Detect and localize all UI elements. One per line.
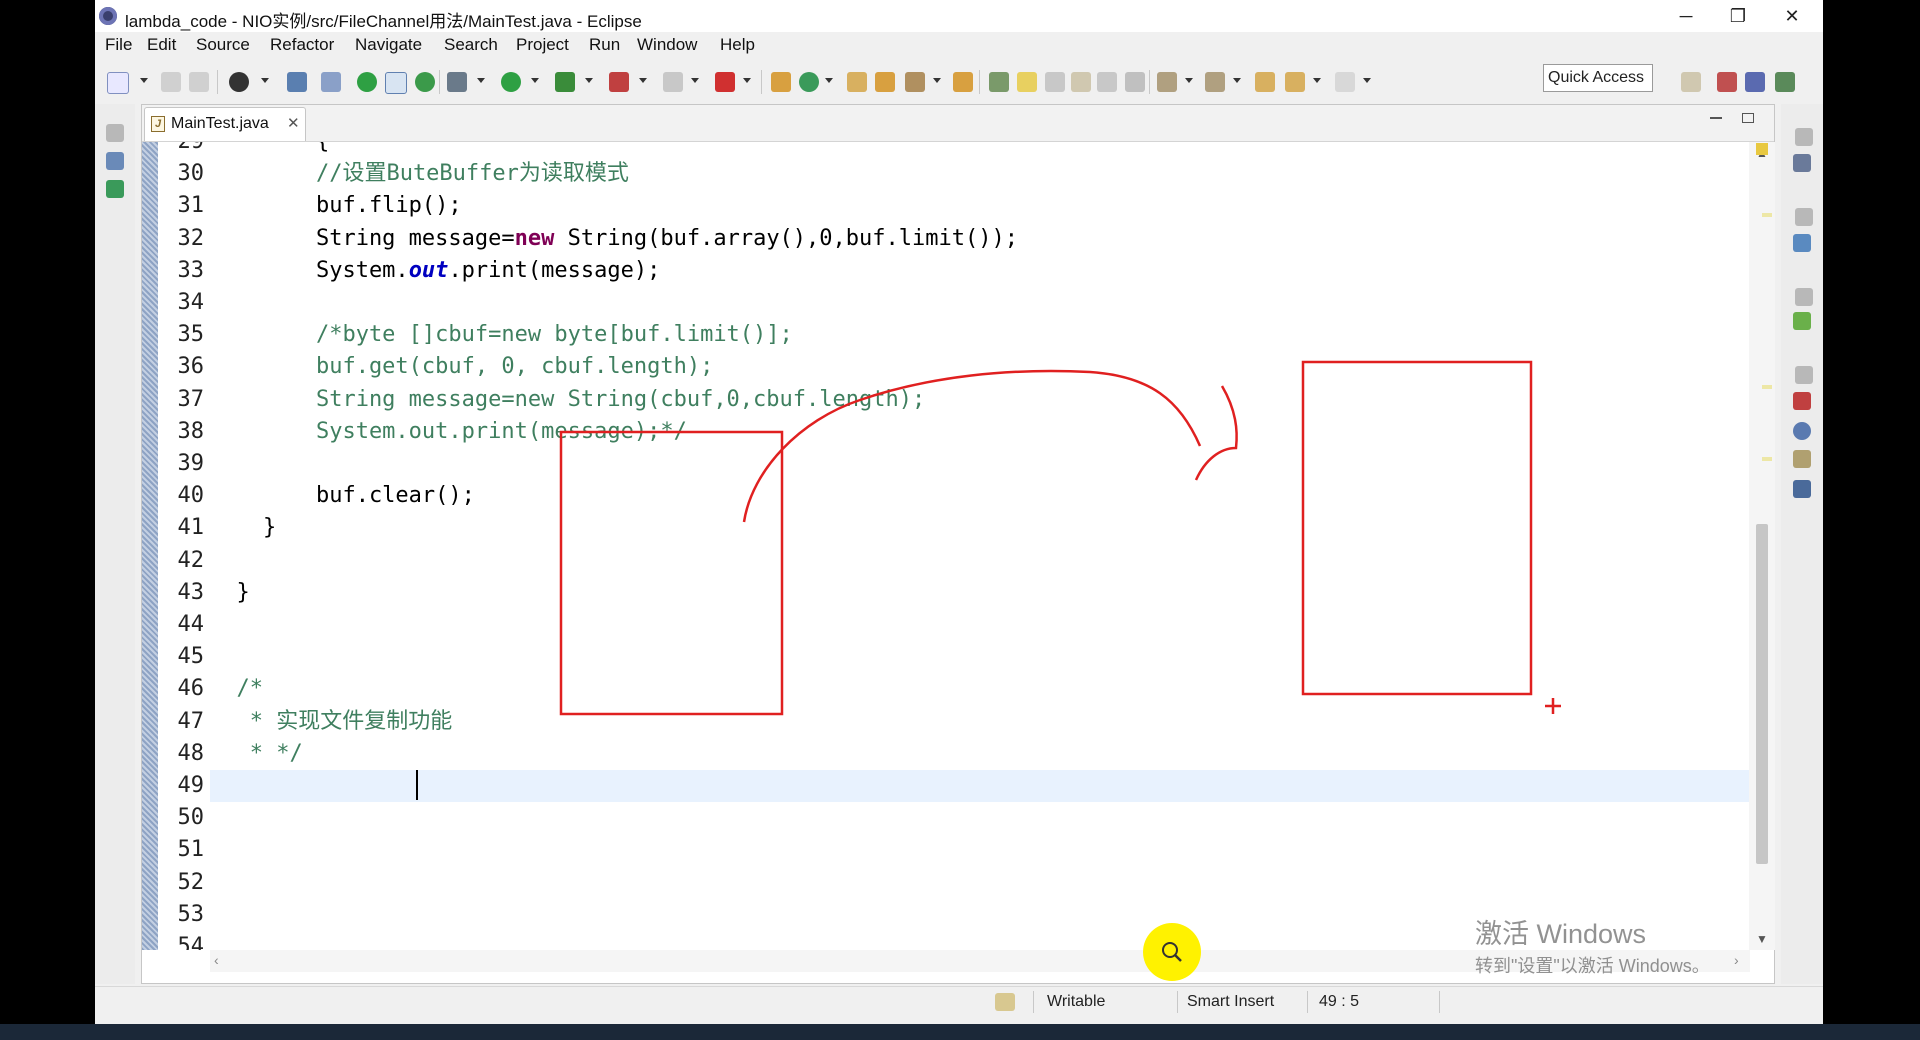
annotation-arrow-curve [742, 369, 1202, 523]
pointer-highlight [1143, 923, 1201, 981]
drawing-annotations [559, 360, 1561, 716]
magnifier-icon [1162, 942, 1182, 962]
annotation-arrow-head [1194, 385, 1238, 481]
annotation-pen-cursor [1545, 698, 1561, 714]
annotation-target-box [1301, 360, 1533, 696]
annotation-buffer-box [559, 430, 784, 716]
